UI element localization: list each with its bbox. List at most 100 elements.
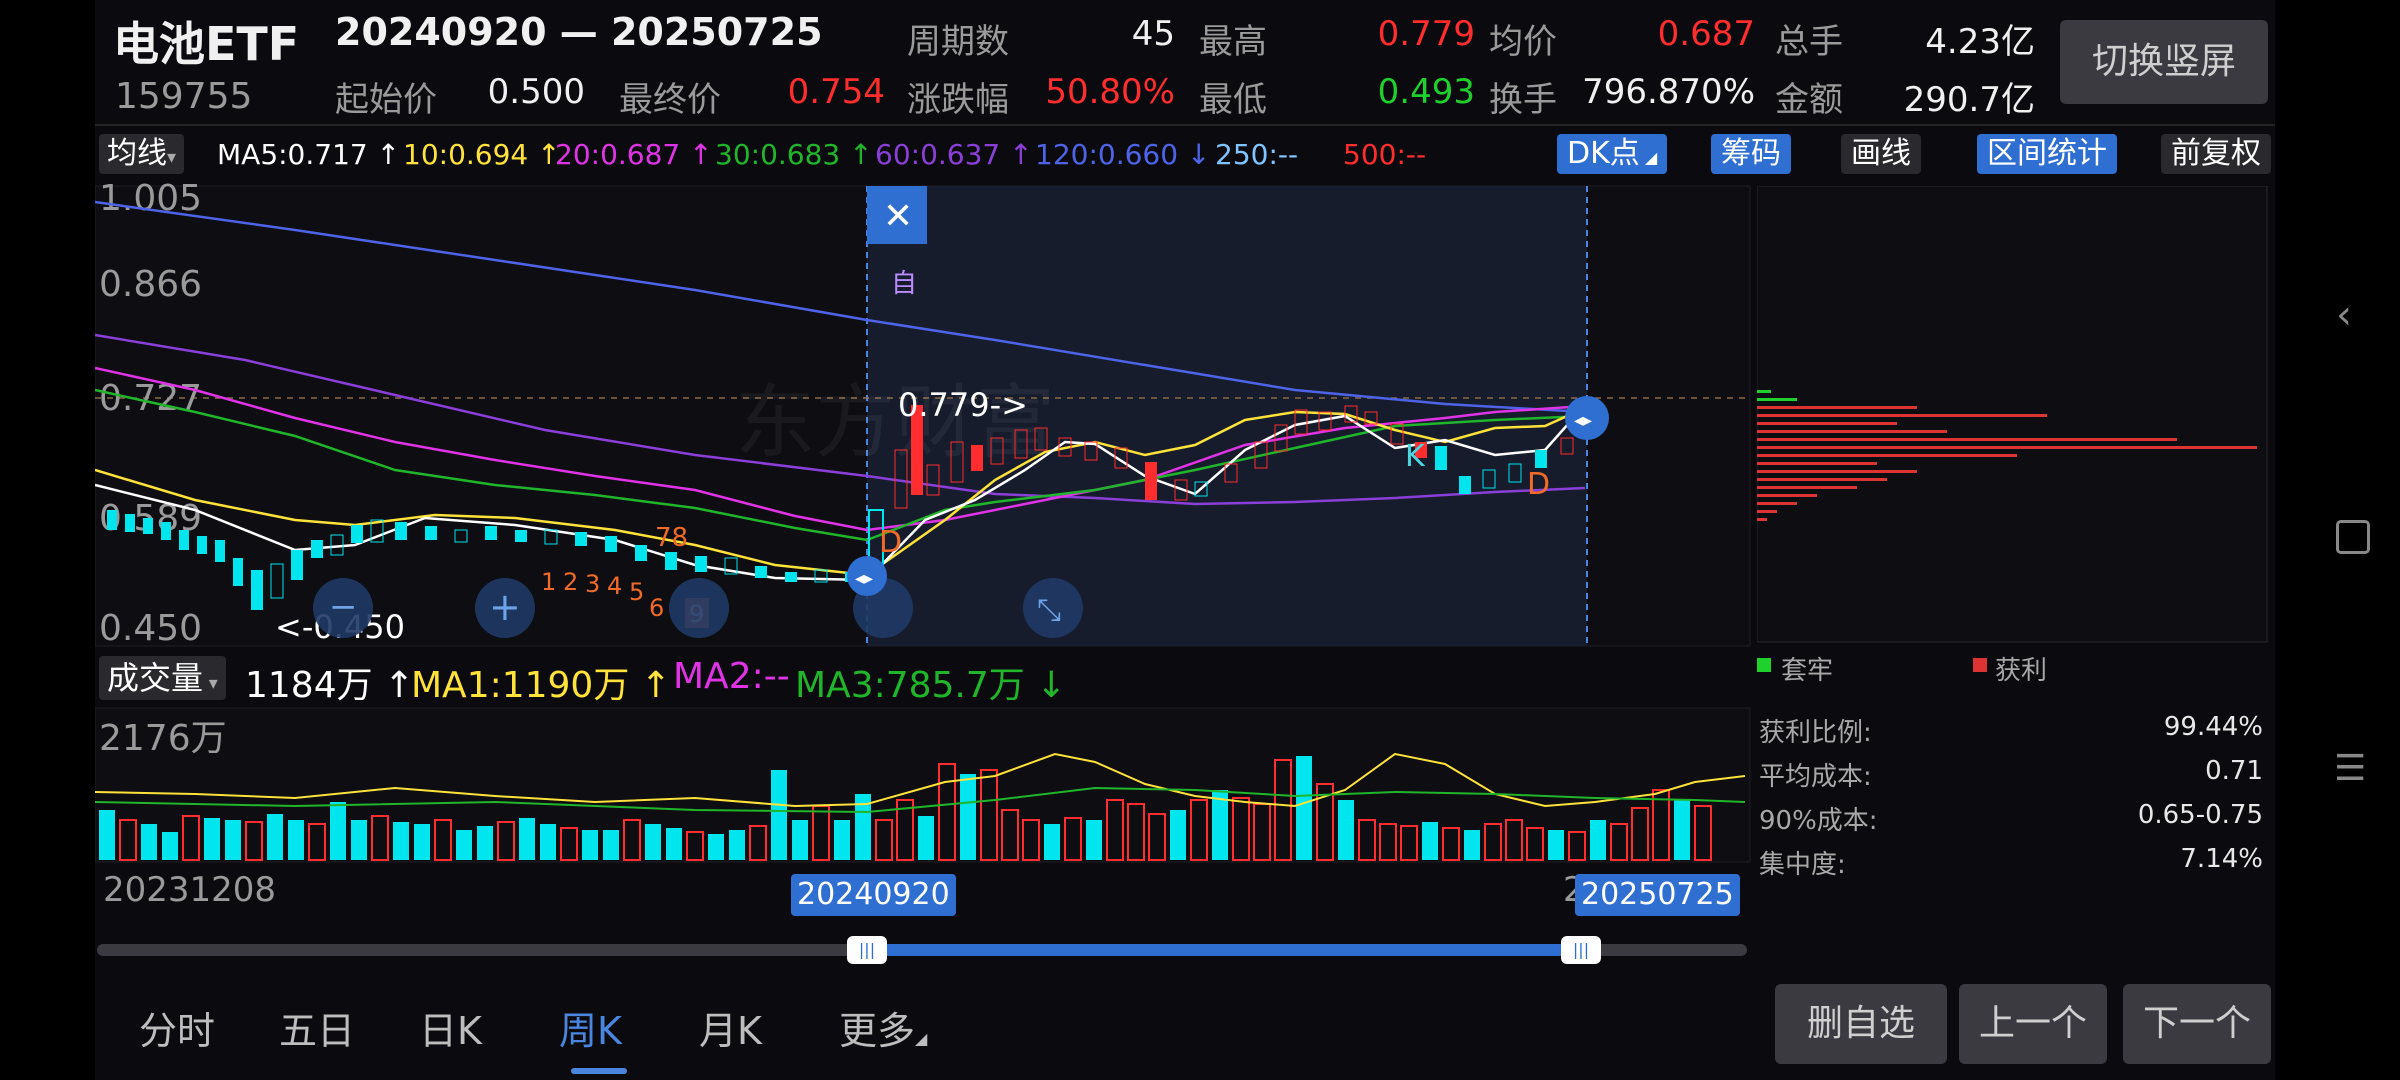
turnover-label: 换手 <box>1489 80 1557 120</box>
timeline-sel-end: 20250725 <box>1575 874 1740 916</box>
ma30-label: 30:0.683 ↑ <box>715 138 873 171</box>
range-scrollbar-fill <box>865 944 1581 956</box>
volume-bar <box>204 818 220 860</box>
signal-4: 4 <box>607 572 622 600</box>
volume-bar <box>603 830 619 860</box>
tab-daily-k[interactable]: 日K <box>419 1000 482 1055</box>
chip-stat-label: 集中度: <box>1759 850 1846 880</box>
profit-swatch <box>1973 658 1987 672</box>
y-label-5: 0.450 <box>99 608 202 649</box>
range-start-handle[interactable]: ◂▸ <box>847 556 887 596</box>
tab-monthly-k[interactable]: 月K <box>699 1000 762 1055</box>
y-label-2: 0.866 <box>99 264 202 305</box>
total-vol-label: 总手 <box>1775 22 1843 62</box>
menu-icon[interactable]: ☰ <box>2334 748 2366 789</box>
volume-ma3: MA3:785.7万 ↓ <box>795 665 1067 706</box>
low-label: 最低 <box>1199 80 1267 120</box>
switch-portrait-button[interactable]: 切换竖屏 <box>2060 20 2268 104</box>
volume-bar <box>834 820 850 860</box>
app-window: 电池ETF 159755 20240920 — 20250725 周期数 45 … <box>95 0 2275 1080</box>
volume-bar <box>960 774 976 860</box>
volume-bar <box>1296 756 1312 860</box>
chip-distribution-chart <box>1757 186 2268 643</box>
range-end-handle[interactable]: ◂▸ <box>1565 396 1609 440</box>
self-tag: 自 <box>891 269 917 299</box>
back-icon[interactable]: ‹ <box>2336 292 2352 338</box>
chip-stat-value: 7.14% <box>2180 844 2263 874</box>
volume-bar <box>771 770 787 860</box>
volume-selector[interactable]: 成交量 ▾ <box>99 656 226 700</box>
signal-k: K <box>1405 439 1426 474</box>
remove-watchlist-button[interactable]: 删自选 <box>1775 984 1947 1064</box>
signal-d-2: D <box>1527 467 1550 502</box>
amount-value: 290.7亿 <box>1903 80 2035 120</box>
volume-bar <box>1422 822 1438 860</box>
ma-selector[interactable]: 均线▾ <box>99 134 185 174</box>
amount-label: 金额 <box>1775 80 1843 120</box>
volume-bar <box>1086 820 1102 860</box>
timeline-start: 20231208 <box>103 870 277 910</box>
signal-2: 2 <box>563 568 578 596</box>
volume-bar <box>414 824 430 860</box>
volume-bar <box>162 832 178 860</box>
period-label: 周期数 <box>907 22 1009 62</box>
tab-intraday[interactable]: 分时 <box>139 1000 215 1055</box>
draw-line-button[interactable]: 画线 <box>1841 134 1921 174</box>
scrollbar-left-handle[interactable]: ||| <box>847 936 887 964</box>
volume-selector-label: 成交量 <box>107 659 204 697</box>
plus-icon: + <box>489 585 521 629</box>
signal-78: 78 <box>655 523 688 553</box>
ma250-label: 250:-- <box>1215 138 1299 171</box>
volume-bar <box>1044 824 1060 860</box>
home-icon[interactable] <box>2336 520 2370 554</box>
forward-adjust-button[interactable]: 前复权 <box>2161 134 2271 174</box>
kline-chart[interactable]: 东方财富 1.005 0.866 0.727 0.589 0.450 <box>95 180 1755 650</box>
volume-bar <box>456 830 472 860</box>
zoom-out-button[interactable]: − <box>313 578 373 638</box>
volume-bar <box>1548 830 1564 860</box>
tab-more[interactable]: 更多◢ <box>839 1000 927 1055</box>
volume-bar <box>1170 810 1186 860</box>
volume-bar <box>1338 800 1354 860</box>
volume-bar <box>1464 830 1480 860</box>
shrink-button[interactable]: ⤡ <box>1023 578 1083 638</box>
volume-bar <box>267 814 283 860</box>
chip-stat-label: 90%成本: <box>1759 806 1878 836</box>
volume-bar <box>225 820 241 860</box>
tab-weekly-k[interactable]: 周K <box>559 1000 622 1055</box>
prev-stock-button[interactable]: 上一个 <box>1959 984 2107 1064</box>
high-marker: 0.779-> <box>898 386 1028 424</box>
trapped-legend: 套牢 <box>1781 656 1834 686</box>
scrollbar-right-handle[interactable]: ||| <box>1561 936 1601 964</box>
scroll-left-button[interactable] <box>669 578 729 638</box>
chip-stat-value: 0.65-0.75 <box>2137 800 2263 830</box>
signal-1: 1 <box>541 568 556 596</box>
volume-bar <box>288 820 304 860</box>
y-label-3: 0.727 <box>99 378 202 419</box>
change-value: 50.80% <box>1045 72 1175 112</box>
chip-stat-value: 99.44% <box>2163 712 2263 742</box>
zoom-in-button[interactable]: + <box>475 578 535 638</box>
ma500-label: 500:-- <box>1343 138 1427 171</box>
trapped-swatch <box>1757 658 1771 672</box>
next-stock-button[interactable]: 下一个 <box>2123 984 2271 1064</box>
stock-name: 电池ETF <box>113 17 300 71</box>
drag-handle-icon: ◂▸ <box>1574 410 1592 431</box>
range-stats-button[interactable]: 区间统计 <box>1977 134 2117 174</box>
high-label: 最高 <box>1199 22 1267 62</box>
volume-bar <box>792 820 808 860</box>
chips-button[interactable]: 筹码 <box>1711 134 1791 174</box>
chip-stat-label: 获利比例: <box>1759 718 1872 748</box>
ma5-label: MA5:0.717 ↑ <box>217 138 401 171</box>
signal-3: 3 <box>585 570 600 598</box>
volume-bar <box>645 824 661 860</box>
volume-bar <box>330 802 346 860</box>
dk-point-button[interactable]: DK点 ◢ <box>1557 134 1668 174</box>
profit-legend: 获利 <box>1995 656 2048 686</box>
tab-five-day[interactable]: 五日 <box>279 1000 355 1055</box>
volume-bar <box>729 830 745 860</box>
ma10-label: 10:0.694 ↑ <box>403 138 561 171</box>
close-range-button[interactable]: ✕ <box>867 186 927 244</box>
volume-bar <box>393 822 409 860</box>
signal-d-1: D <box>879 525 902 560</box>
